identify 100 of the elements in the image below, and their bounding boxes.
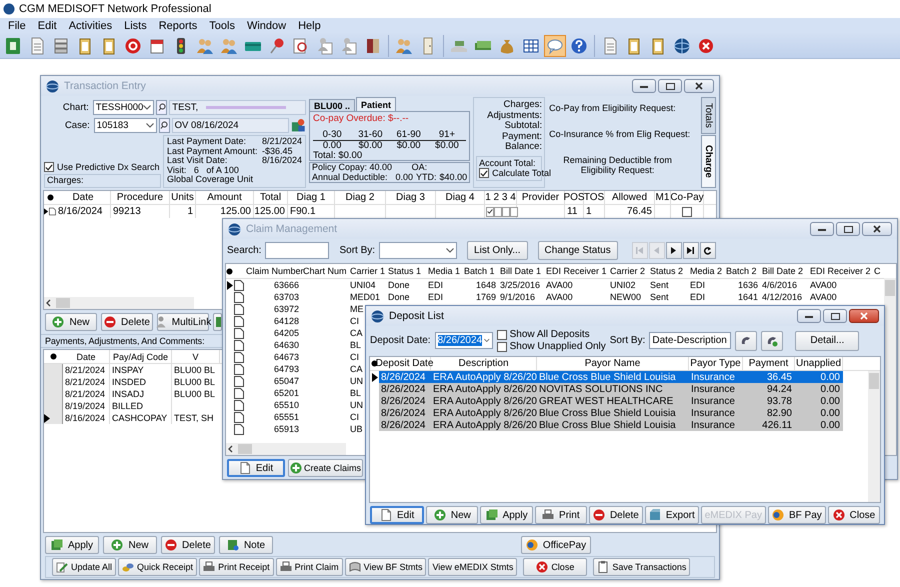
button[interactable]: Create Claims [288, 459, 363, 477]
row-selector[interactable] [44, 412, 63, 424]
menu-item[interactable]: Tools [203, 20, 241, 32]
close-button[interactable] [684, 79, 714, 93]
tab[interactable]: Patient [356, 97, 396, 111]
column-header[interactable]: Pay/Adj Code [110, 350, 172, 363]
button[interactable]: Quick Receipt [118, 558, 198, 576]
navigation-button[interactable] [682, 242, 699, 258]
button[interactable]: Apply [480, 506, 533, 524]
button[interactable]: MultiLink [157, 313, 209, 331]
tab[interactable]: BLU00 .. [309, 99, 356, 111]
column-header[interactable]: Diag 4 [436, 191, 485, 204]
minimize-button[interactable] [797, 309, 821, 323]
column-header[interactable]: Diag 3 [386, 191, 436, 204]
scroll-thumb[interactable] [56, 298, 70, 308]
column-header[interactable]: Allowed [605, 191, 655, 204]
button[interactable]: Delete [101, 313, 153, 331]
lookup-button[interactable] [158, 118, 170, 132]
scroll-thumb[interactable] [238, 444, 252, 454]
detail-button[interactable]: Detail... [795, 330, 860, 350]
column-header[interactable]: Status 2 [648, 264, 688, 278]
checkbox[interactable] [44, 162, 54, 172]
button[interactable]: Save Transactions [593, 558, 690, 576]
maximize-button[interactable] [823, 309, 847, 323]
column-header[interactable]: Date [56, 191, 111, 204]
button[interactable]: Note [219, 536, 273, 554]
scroll-thumb[interactable] [869, 373, 879, 389]
column-header[interactable]: Date [63, 350, 110, 363]
toolbar-button[interactable] [544, 34, 566, 56]
column-header[interactable]: Bill Date 1 [498, 264, 544, 278]
column-header[interactable]: EDI Receiver 1 [544, 264, 608, 278]
column-header[interactable]: Media 2 [688, 264, 724, 278]
search-field[interactable] [265, 242, 330, 258]
tool-button[interactable] [735, 330, 758, 350]
menu-item[interactable]: Window [240, 20, 292, 32]
column-header[interactable]: Status 1 [386, 264, 426, 278]
chart-field[interactable]: TESSH000 [92, 100, 154, 114]
column-header[interactable]: Batch 1 [462, 264, 498, 278]
button[interactable] [213, 313, 222, 331]
copay-checkbox[interactable] [682, 206, 692, 216]
column-header[interactable]: Diag 2 [335, 191, 386, 204]
button[interactable]: View BF Stmts [344, 558, 426, 576]
menu-item[interactable]: Lists [118, 20, 153, 32]
column-header[interactable]: Diag 1 [288, 191, 335, 204]
button[interactable]: View eMEDIX Stmts [428, 558, 518, 576]
column-header[interactable]: Claim Number [244, 264, 301, 278]
column-header[interactable]: C [872, 264, 882, 278]
deposit-date-field[interactable]: 8/26/2024 [434, 332, 493, 349]
button[interactable]: Change Status [538, 240, 618, 260]
diagnosis-pointer-checkbox[interactable] [494, 206, 502, 216]
column-header[interactable]: Unapplied [795, 357, 843, 370]
navigation-button[interactable] [666, 242, 682, 258]
case-field[interactable]: 105183 [94, 118, 157, 132]
column-header[interactable]: Provider [517, 191, 565, 204]
tool-button[interactable] [761, 330, 784, 350]
button[interactable]: Update All [52, 558, 116, 576]
button[interactable]: New [426, 506, 478, 524]
vertical-scrollbar[interactable] [884, 278, 896, 455]
side-tab[interactable]: Charge [701, 135, 716, 188]
column-header[interactable]: Carrier 2 [608, 264, 648, 278]
column-header[interactable]: Bill Date 2 [760, 264, 808, 278]
column-header[interactable]: EDI Receiver 2 [808, 264, 872, 278]
button[interactable]: Delete [588, 506, 643, 524]
button[interactable]: List Only... [467, 240, 528, 260]
table-row[interactable]: 8/26/2024 ERA AutoApply 8/26/20 NOVITAS SOLUTIONS INC Insurance 94.24 0.00 [379, 383, 843, 395]
button[interactable]: Close [523, 558, 588, 576]
person-card-icon[interactable] [291, 117, 306, 133]
horizontal-scrollbar[interactable] [44, 297, 194, 309]
column-header[interactable]: Payment [743, 357, 795, 370]
button[interactable]: Export [644, 506, 699, 524]
maximize-button[interactable] [658, 79, 682, 93]
close-button[interactable] [849, 309, 879, 323]
button[interactable]: Apply [45, 536, 99, 554]
minimize-button[interactable] [632, 79, 656, 93]
menu-item[interactable]: Activities [62, 20, 118, 32]
lookup-button[interactable] [156, 100, 168, 114]
diagnosis-pointer-checkbox[interactable] [486, 206, 494, 216]
button[interactable]: Print Receipt [199, 558, 274, 576]
menu-item[interactable]: Edit [32, 20, 63, 32]
column-header[interactable]: Deposit Date [379, 357, 431, 370]
column-header[interactable]: Procedure [111, 191, 170, 204]
diagnosis-pointer-checkbox[interactable] [502, 206, 510, 216]
column-header[interactable]: M1 [655, 191, 671, 204]
menu-item[interactable]: Help [292, 20, 327, 32]
button[interactable]: Close [828, 506, 880, 524]
button[interactable]: BF Pay [768, 506, 826, 524]
column-header[interactable]: Payor Type [689, 357, 743, 370]
table-row[interactable]: 8/26/2024 ERA AutoApply 8/26/20 Blue Cross Blue Shield Louisia Insurance 36.45 0.00 [379, 371, 843, 383]
column-header[interactable]: Co-Pay [671, 191, 704, 204]
column-header[interactable]: Total [254, 191, 288, 204]
column-header[interactable]: V [172, 350, 220, 363]
table-row[interactable]: 8/26/2024 ERA AutoApply 8/26/20 Blue Cross Blue Shield Louisia Insurance 82.90 0.00 [379, 407, 843, 419]
column-header[interactable]: POS [565, 191, 584, 204]
navigation-button[interactable] [700, 242, 716, 258]
column-header[interactable]: Units [170, 191, 196, 204]
menu-item[interactable]: Reports [152, 20, 204, 32]
button[interactable]: Edit [227, 459, 285, 477]
close-button[interactable] [862, 222, 892, 236]
button[interactable]: Print Claim [276, 558, 343, 576]
column-header[interactable]: TOS [584, 191, 605, 204]
